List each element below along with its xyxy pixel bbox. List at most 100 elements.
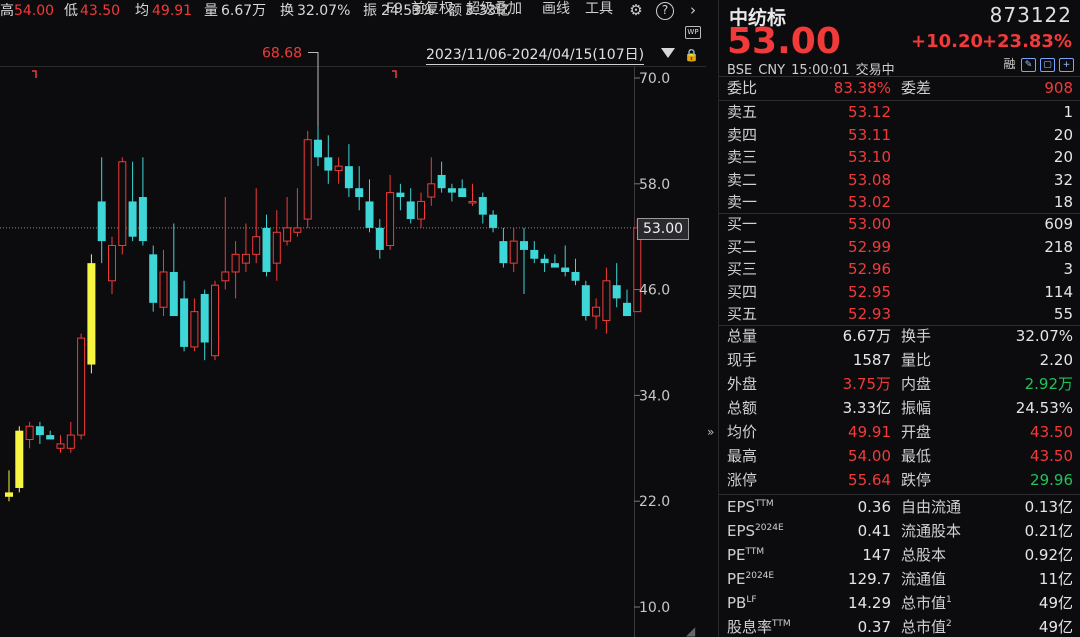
stat-label: 外盘: [727, 375, 758, 393]
candle: [252, 188, 261, 264]
finance-value: 129.7: [848, 570, 891, 588]
window-icon[interactable]: ▢: [1040, 58, 1055, 72]
add-icon[interactable]: +: [1059, 58, 1074, 72]
finance-label: 流通值: [901, 567, 946, 591]
stat-value: 2.92万: [1024, 375, 1073, 393]
candle-body: [458, 188, 467, 198]
bid-row-4-label: 买四: [727, 282, 758, 301]
bid-row-2-price: 52.99: [848, 237, 891, 256]
finance-label: 总股本: [901, 543, 946, 567]
stat-value: 3.33亿: [842, 399, 891, 417]
candle: [108, 236, 116, 295]
ask-row-2-label: 卖二: [727, 170, 758, 189]
candle: [97, 157, 106, 264]
stats-row: 现手 1587 量比 2.20: [719, 348, 1080, 372]
margin-badge[interactable]: 融: [1002, 58, 1017, 72]
bid-row-4-price: 52.95: [848, 282, 891, 301]
stat-value: 54.00: [848, 447, 891, 465]
date-range-selector[interactable]: 2023/11/06-2024/04/15(107日): [426, 47, 645, 65]
candle: [592, 298, 601, 330]
ask-row-4[interactable]: 卖四 53.11 20: [719, 123, 1080, 147]
max-price-label: 68.68: [262, 45, 302, 61]
bid-row-2-label: 买二: [727, 237, 758, 256]
quote-tools: 融 ✎ ▢ +: [1002, 58, 1074, 72]
bid-row-2[interactable]: 买二 52.99 218: [719, 235, 1080, 259]
candle-body: [396, 192, 405, 198]
weibi-label: 委比: [727, 79, 758, 97]
ask-row-5[interactable]: 卖五 53.12 1: [719, 100, 1080, 124]
candle-body: [231, 253, 240, 273]
candle: [581, 280, 590, 321]
resize-grip-icon[interactable]: ◢: [686, 624, 695, 637]
candlestick-chart[interactable]: 68.68 70.0 58.0 46.0 34.0 22.0 10.0: [0, 0, 706, 637]
finance-label: 流通股本: [901, 519, 961, 543]
candle: [15, 426, 24, 493]
candle: [56, 435, 65, 453]
candle-body: [5, 492, 13, 497]
candle: [35, 421, 44, 444]
finance-row: EPSTTM 0.36 自由流通 0.13亿: [719, 495, 1080, 519]
ask-row-4-label: 卖四: [727, 125, 758, 144]
ask-row-4-price: 53.11: [848, 125, 891, 144]
bid-row-4[interactable]: 买四 52.95 114: [719, 280, 1080, 304]
candle-body: [190, 311, 199, 348]
edit-icon[interactable]: ✎: [1021, 58, 1036, 72]
finance-value: 0.13亿: [1024, 498, 1073, 516]
stats-row: 涨停 55.64 跌停 29.96: [719, 468, 1080, 492]
stat-value: 1587: [852, 351, 891, 369]
ask-row-2-price: 53.08: [848, 170, 891, 189]
candle-body: [35, 426, 44, 436]
ask-row-1[interactable]: 卖一 53.02 18: [719, 190, 1080, 214]
stat-label: 开盘: [901, 423, 932, 441]
candle-body: [87, 263, 96, 365]
ask-row-1-label: 卖一: [727, 193, 758, 211]
candle-body: [262, 227, 271, 272]
stat-label: 现手: [727, 351, 758, 369]
finance-label: EPSTTM: [727, 495, 774, 519]
stat-label: 内盘: [901, 375, 932, 393]
candle-body: [159, 271, 168, 308]
finance-row: PETTM 147 总股本 0.92亿: [719, 543, 1080, 567]
ask-row-3[interactable]: 卖三 53.10 20: [719, 145, 1080, 169]
candle: [293, 188, 302, 237]
candle-body: [406, 201, 415, 220]
stats-row: 均价 49.91 开盘 43.50: [719, 420, 1080, 444]
finance-value: 49亿: [1038, 618, 1073, 636]
collapse-panel-icon[interactable]: »: [707, 425, 714, 439]
candle: [180, 280, 189, 352]
candle-body: [252, 236, 261, 255]
finance-label: 自由流通: [901, 495, 961, 519]
candle-body: [303, 139, 312, 220]
stat-label: 最高: [727, 447, 758, 465]
candle-body: [108, 245, 116, 282]
candle-body: [571, 271, 580, 281]
stat-value: 49.91: [848, 423, 891, 441]
bid-row-3[interactable]: 买三 52.96 3: [719, 257, 1080, 281]
ask-row-2[interactable]: 卖二 53.08 32: [719, 168, 1080, 192]
stat-label: 总额: [727, 399, 758, 417]
weicha-label: 委差: [901, 79, 932, 97]
candle-body: [25, 425, 34, 440]
candle: [520, 227, 528, 295]
bid-row-5[interactable]: 买五 52.93 55: [719, 302, 1080, 326]
candle: [406, 188, 415, 224]
finance-label: 总市值1: [901, 591, 952, 615]
candle: [77, 333, 86, 440]
finance-label-text: PB: [727, 594, 747, 612]
range-dropdown-icon[interactable]: [661, 48, 675, 58]
finance-label: 总市值2: [901, 615, 952, 637]
lock-icon[interactable]: 🔒: [684, 48, 699, 62]
chart-grid: [0, 66, 706, 637]
y-axis: 70.0 58.0 46.0 34.0 22.0 10.0: [634, 71, 670, 616]
candle-body: [623, 302, 631, 317]
candle-body: [200, 294, 209, 343]
stats-row: 总量 6.67万 换手 32.07%: [719, 324, 1080, 348]
candle-body: [592, 306, 601, 317]
candle-body: [334, 165, 343, 172]
stats-row: 外盘 3.75万 内盘 2.92万: [719, 372, 1080, 396]
bid-row-1[interactable]: 买一 53.00 609: [719, 212, 1080, 236]
candle: [509, 227, 518, 272]
stat-label: 跌停: [901, 471, 932, 489]
candle: [571, 258, 580, 286]
finance-label: PE2024E: [727, 567, 774, 591]
